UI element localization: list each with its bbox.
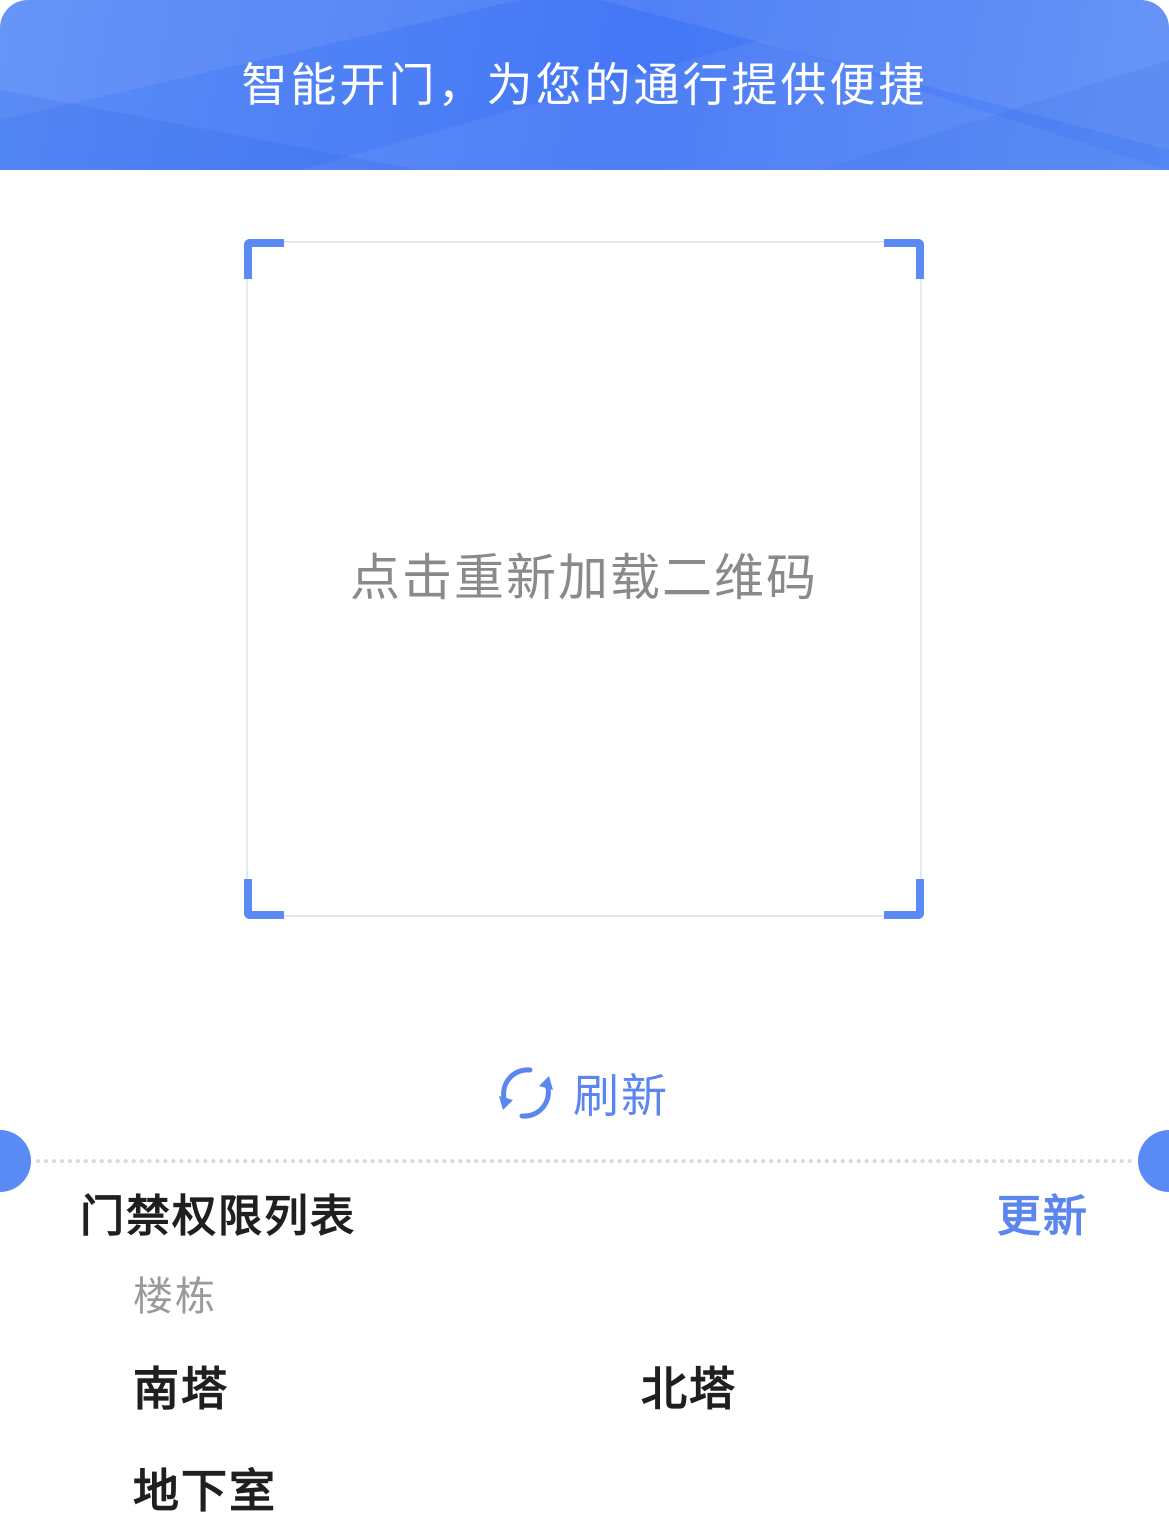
dotted-divider — [36, 1159, 1133, 1163]
building-section-label: 楼栋 — [133, 1274, 217, 1320]
ticket-notch-right — [1138, 1130, 1169, 1192]
refresh-button[interactable]: 刷新 — [495, 1060, 669, 1126]
ticket-notch-left — [0, 1130, 31, 1192]
door-access-card: 智能开门，为您的通行提供便捷 点击重新加载二维码 刷新 门禁权限列表 更新 楼栋… — [0, 0, 1169, 1539]
access-list-title: 门禁权限列表 — [80, 1191, 356, 1242]
building-item-north-tower[interactable]: 北塔 — [641, 1354, 737, 1418]
building-item-basement[interactable]: 地下室 — [133, 1456, 277, 1520]
update-button[interactable]: 更新 — [997, 1180, 1089, 1244]
qr-reload-hint[interactable]: 点击重新加载二维码 — [248, 243, 920, 915]
header-banner: 智能开门，为您的通行提供便捷 — [0, 0, 1169, 170]
refresh-label: 刷新 — [573, 1069, 669, 1123]
qr-code-area[interactable]: 点击重新加载二维码 — [244, 239, 924, 919]
header-title: 智能开门，为您的通行提供便捷 — [241, 58, 928, 112]
refresh-icon — [499, 1067, 553, 1119]
building-item-south-tower[interactable]: 南塔 — [133, 1354, 229, 1418]
